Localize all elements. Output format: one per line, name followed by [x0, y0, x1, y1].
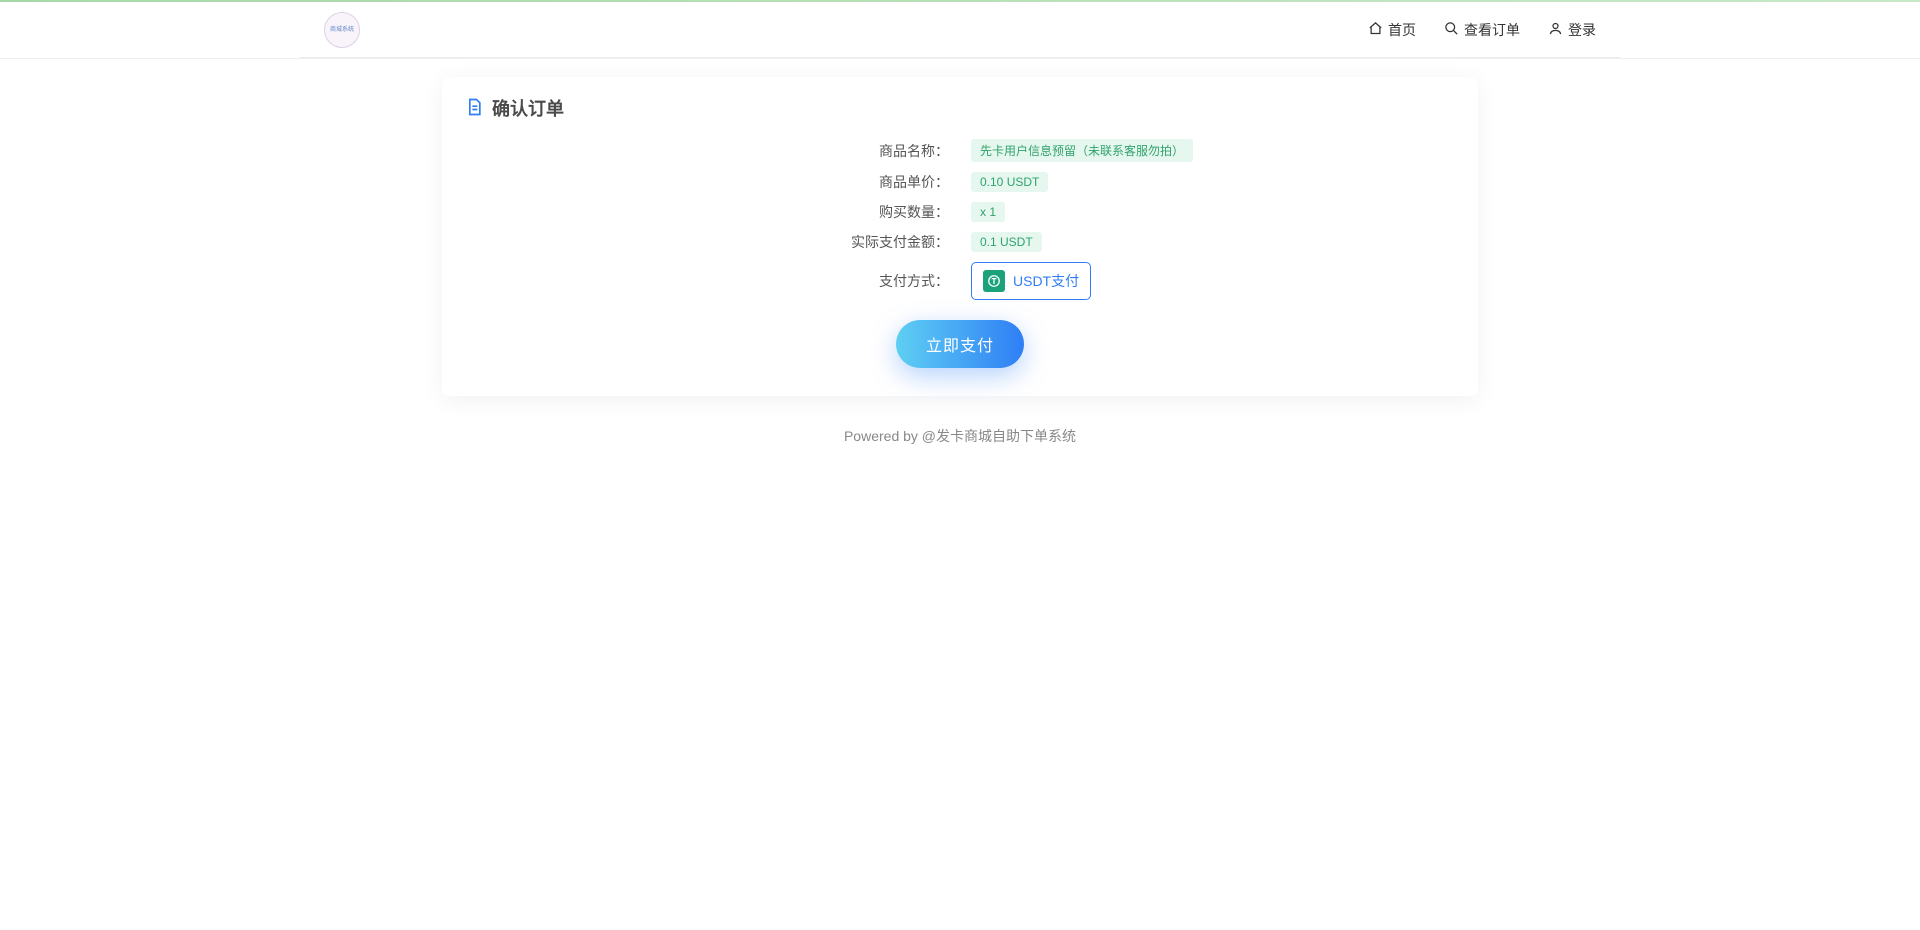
qty-badge: x 1	[971, 202, 1005, 222]
nav-login[interactable]: 登录	[1548, 20, 1596, 40]
logo[interactable]: 商城系统	[324, 12, 360, 48]
footer: Powered by @发卡商城自助下单系统	[0, 426, 1920, 446]
search-icon	[1444, 21, 1459, 39]
order-row-qty: 购买数量： x 1	[580, 202, 1340, 222]
payment-label: 支付方式：	[580, 271, 949, 291]
card-header: 确认订单	[464, 95, 1456, 121]
order-value: 先卡用户信息预留（未联系客服勿拍）	[971, 139, 1340, 162]
order-value: x 1	[971, 202, 1340, 222]
order-row-name: 商品名称： 先卡用户信息预留（未联系客服勿拍）	[580, 139, 1340, 162]
home-icon	[1368, 21, 1383, 39]
order-row-payment: 支付方式： USDT支付	[580, 262, 1340, 300]
payment-method-usdt[interactable]: USDT支付	[971, 262, 1091, 300]
unit-price-badge: 0.10 USDT	[971, 172, 1048, 192]
nav: 首页 查看订单 登录	[1368, 20, 1596, 40]
nav-orders[interactable]: 查看订单	[1444, 20, 1520, 40]
tether-icon	[983, 270, 1005, 292]
order-row-total: 实际支付金额： 0.1 USDT	[580, 232, 1340, 252]
logo-mark: 商城系统	[330, 27, 354, 33]
payment-method-label: USDT支付	[1013, 271, 1079, 291]
order-card: 确认订单 商品名称： 先卡用户信息预留（未联系客服勿拍） 商品单价： 0.10 …	[442, 77, 1478, 396]
document-icon	[464, 97, 484, 120]
footer-link[interactable]: @发卡商城自助下单系统	[922, 428, 1076, 444]
header-wrap: 商城系统 首页 查看订单 登录	[0, 2, 1920, 59]
user-icon	[1548, 21, 1563, 39]
main-container: 确认订单 商品名称： 先卡用户信息预留（未联系客服勿拍） 商品单价： 0.10 …	[430, 77, 1490, 396]
pay-now-button[interactable]: 立即支付	[896, 320, 1024, 368]
payment-value: USDT支付	[971, 262, 1340, 300]
nav-orders-label: 查看订单	[1464, 20, 1520, 40]
product-name-badge: 先卡用户信息预留（未联系客服勿拍）	[971, 139, 1193, 162]
header: 商城系统 首页 查看订单 登录	[300, 2, 1620, 58]
nav-home-label: 首页	[1388, 20, 1416, 40]
order-row-price: 商品单价： 0.10 USDT	[580, 172, 1340, 192]
order-label: 商品名称：	[580, 141, 949, 161]
total-badge: 0.1 USDT	[971, 232, 1042, 252]
footer-prefix: Powered by	[844, 428, 922, 444]
nav-login-label: 登录	[1568, 20, 1596, 40]
order-label: 实际支付金额：	[580, 232, 949, 252]
order-value: 0.1 USDT	[971, 232, 1340, 252]
order-label: 购买数量：	[580, 202, 949, 222]
card-title: 确认订单	[492, 95, 564, 121]
nav-home[interactable]: 首页	[1368, 20, 1416, 40]
order-label: 商品单价：	[580, 172, 949, 192]
submit-wrap: 立即支付	[464, 320, 1456, 368]
order-value: 0.10 USDT	[971, 172, 1340, 192]
order-rows: 商品名称： 先卡用户信息预留（未联系客服勿拍） 商品单价： 0.10 USDT …	[464, 139, 1456, 300]
